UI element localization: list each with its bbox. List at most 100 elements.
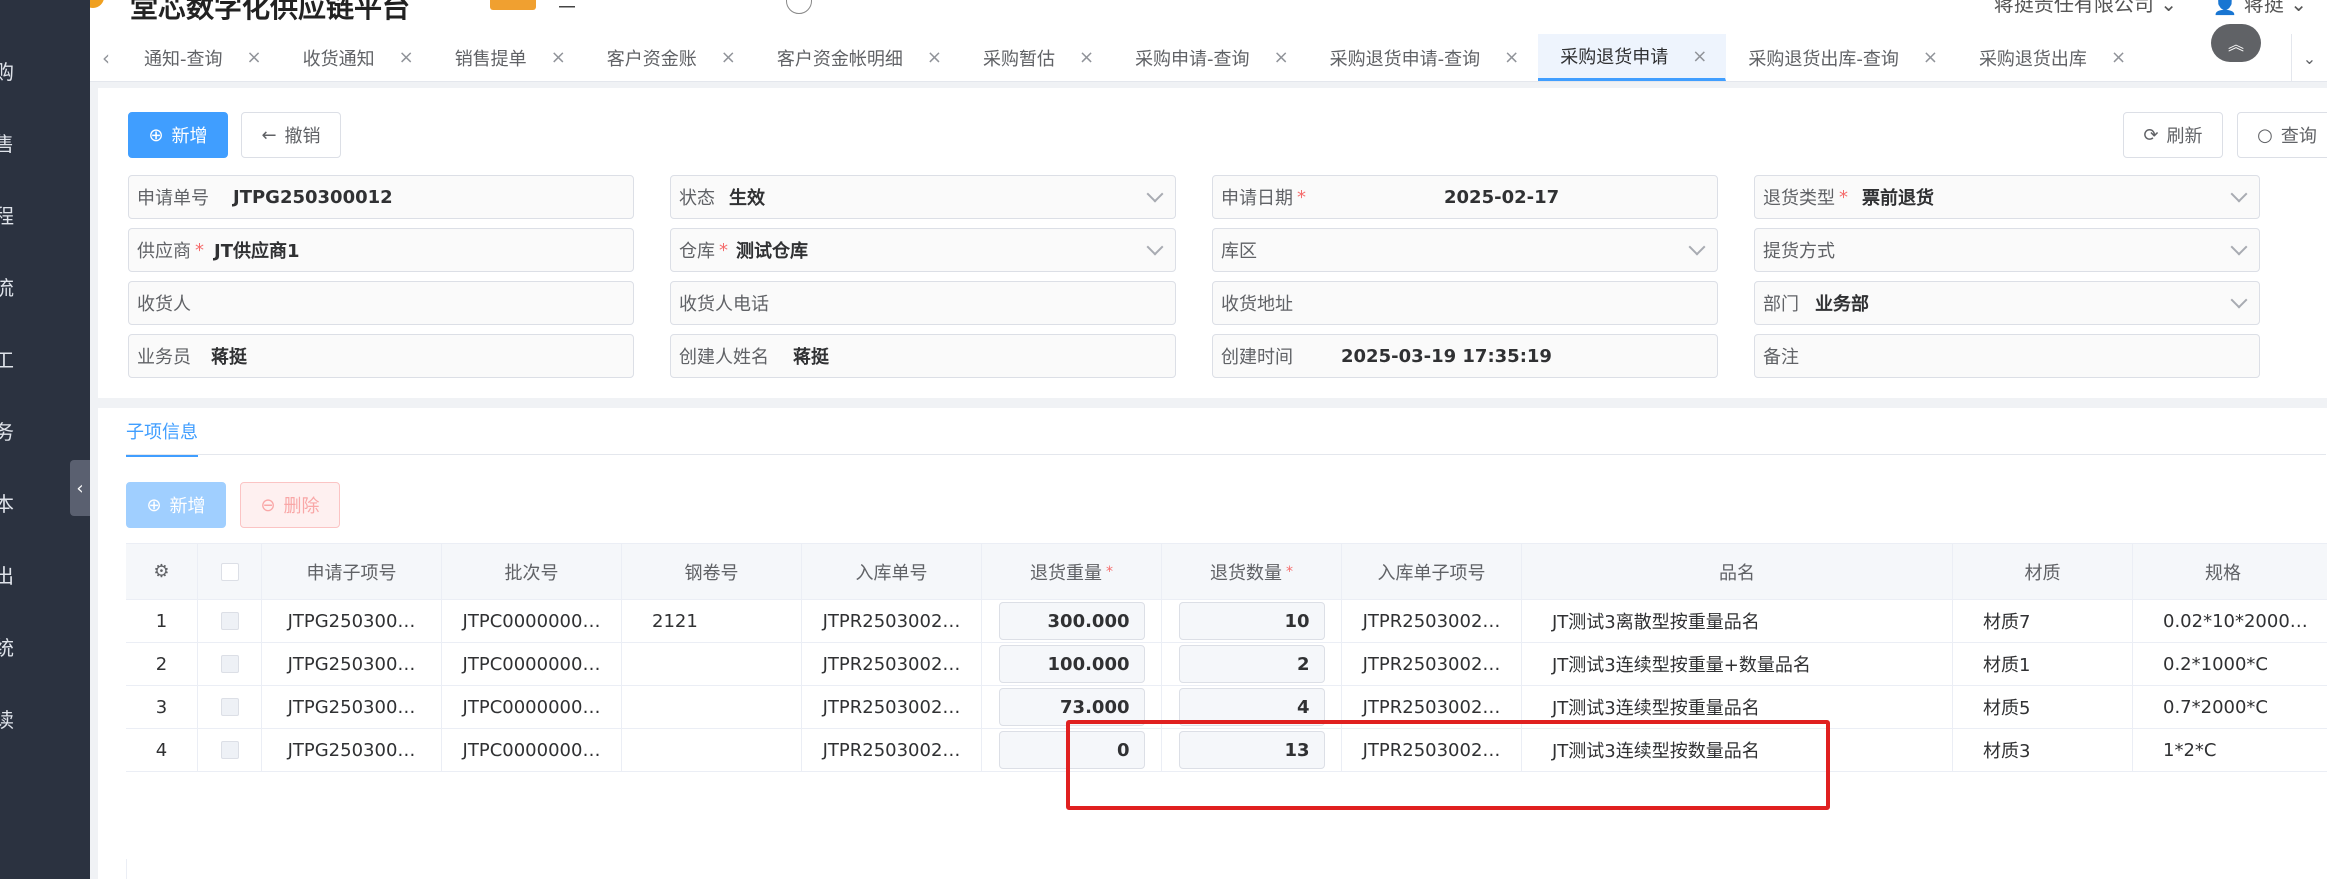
delete-row-button[interactable]: ⊖ 删除: [240, 482, 340, 528]
row-checkbox[interactable]: [198, 600, 262, 642]
tab-7[interactable]: 采购退货申请-查询 ×: [1308, 34, 1539, 81]
table-row[interactable]: 2 JTPG250300… JTPC0000000… JTPR2503002… …: [126, 643, 2327, 686]
warehouse-select[interactable]: 仓库 * 测试仓库: [670, 228, 1176, 272]
checkbox[interactable]: [220, 741, 239, 759]
table-row[interactable]: 4 JTPG250300… JTPC0000000… JTPR2503002… …: [126, 729, 2327, 772]
tab-9[interactable]: 采购退货出库-查询 ×: [1726, 34, 1957, 81]
sidebar-item-1[interactable]: 售: [0, 134, 14, 154]
weight-input[interactable]: 0: [998, 731, 1145, 769]
sidebar-item-3[interactable]: 流: [0, 278, 14, 298]
salesman-field[interactable]: 业务员 蒋挺: [128, 334, 634, 378]
column-header[interactable]: 材质: [1953, 544, 2133, 599]
remark-field[interactable]: 备注: [1754, 334, 2260, 378]
tab-10[interactable]: 采购退货出库 ×: [1957, 34, 2145, 81]
receiver-address-label: 收货地址: [1221, 294, 1293, 315]
row-checkbox[interactable]: [198, 686, 262, 728]
tab-dropdown-icon[interactable]: ⌄: [2291, 34, 2327, 81]
creator-field[interactable]: 创建人姓名 蒋挺: [670, 334, 1176, 378]
creator-value: 蒋挺: [793, 347, 829, 368]
sidebar-item-6[interactable]: 本: [0, 494, 14, 514]
tab-close-icon[interactable]: ×: [1692, 46, 1707, 67]
tab-5[interactable]: 采购暂估 ×: [961, 34, 1113, 81]
table-row[interactable]: 1 JTPG250300… JTPC0000000… 2121 JTPR2503…: [126, 600, 2327, 643]
tab-close-icon[interactable]: ×: [927, 47, 942, 68]
apply-no-field[interactable]: 申请单号 JTPG250300012: [128, 175, 634, 219]
table-row[interactable]: 3 JTPG250300… JTPC0000000… JTPR2503002… …: [126, 686, 2327, 729]
weight-input[interactable]: 73.000: [998, 688, 1145, 726]
qty-input[interactable]: 10: [1178, 602, 1325, 640]
qty-input[interactable]: 4: [1178, 688, 1325, 726]
settings-icon[interactable]: ⚙: [126, 544, 198, 599]
sidebar-item-5[interactable]: 务: [0, 422, 14, 442]
column-header[interactable]: 入库单子项号: [1342, 544, 1522, 599]
column-header-weight[interactable]: 退货重量 *: [982, 544, 1162, 599]
row-checkbox[interactable]: [198, 729, 262, 771]
supplier-field[interactable]: 供应商 * JT供应商1: [128, 228, 634, 272]
weight-input[interactable]: 300.000: [998, 602, 1145, 640]
column-header[interactable]: 规格: [2133, 544, 2313, 599]
add-row-button[interactable]: ⊕ 新增: [126, 482, 226, 528]
nav-circle-icon[interactable]: [786, 0, 812, 14]
column-header[interactable]: 批次号: [442, 544, 622, 599]
checkbox[interactable]: [220, 612, 239, 630]
tab-close-icon[interactable]: ×: [399, 47, 414, 68]
dept-select[interactable]: 部门 业务部: [1754, 281, 2260, 325]
tab-3[interactable]: 客户资金账 ×: [585, 34, 755, 81]
collapse-up-icon[interactable]: ︽: [2211, 24, 2261, 62]
tab-close-icon[interactable]: ×: [721, 47, 736, 68]
sidebar-item-8[interactable]: 统: [0, 638, 14, 658]
checkbox[interactable]: [220, 698, 239, 716]
tab-close-icon[interactable]: ×: [1504, 47, 1519, 68]
qty-input[interactable]: 2: [1178, 645, 1325, 683]
cell-spec: 1*2*C: [2163, 739, 2217, 761]
column-header[interactable]: 钢卷号: [622, 544, 802, 599]
tab-close-icon[interactable]: ×: [247, 47, 262, 68]
menu-icon[interactable]: 二: [558, 0, 576, 14]
tab-6[interactable]: 采购申请-查询 ×: [1113, 34, 1308, 81]
revoke-button[interactable]: ← 撤销: [241, 112, 341, 158]
weight-input[interactable]: 100.000: [998, 645, 1145, 683]
tab-sub-items[interactable]: 子项信息: [126, 418, 198, 457]
column-header-qty[interactable]: 退货数量 *: [1162, 544, 1342, 599]
user-menu[interactable]: 👤 蒋挺 ⌄: [2213, 0, 2307, 17]
column-header[interactable]: 品名: [1522, 544, 1953, 599]
apply-date-field[interactable]: 申请日期 * 2025-02-17: [1212, 175, 1718, 219]
select-all-checkbox[interactable]: [198, 544, 262, 599]
created-at-field[interactable]: 创建时间 2025-03-19 17:35:19: [1212, 334, 1718, 378]
return-type-select[interactable]: 退货类型 * 票前退货: [1754, 175, 2260, 219]
zone-select[interactable]: 库区: [1212, 228, 1718, 272]
column-header[interactable]: 入库单号: [802, 544, 982, 599]
checkbox[interactable]: [220, 562, 239, 581]
sidebar-item-2[interactable]: 程: [0, 206, 14, 226]
qty-input[interactable]: 13: [1178, 731, 1325, 769]
tab-1[interactable]: 收货通知 ×: [281, 34, 433, 81]
company-selector[interactable]: 蒋挺责任有限公司 ⌄: [1994, 0, 2177, 17]
tab-scroll-left-icon[interactable]: ‹: [90, 34, 122, 81]
tab-0[interactable]: 通知-查询 ×: [122, 34, 281, 81]
column-header[interactable]: 申请子项号: [262, 544, 442, 599]
receiver-field[interactable]: 收货人: [128, 281, 634, 325]
receiver-phone-field[interactable]: 收货人电话: [670, 281, 1176, 325]
pickup-select[interactable]: 提货方式: [1754, 228, 2260, 272]
tab-close-icon[interactable]: ×: [1079, 47, 1094, 68]
checkbox[interactable]: [220, 655, 239, 673]
tab-2[interactable]: 销售提单 ×: [433, 34, 585, 81]
status-select[interactable]: 状态 生效: [670, 175, 1176, 219]
row-checkbox[interactable]: [198, 643, 262, 685]
tab-close-icon[interactable]: ×: [1923, 47, 1938, 68]
query-button[interactable]: ○ 查询: [2237, 112, 2327, 158]
sidebar-collapse-button[interactable]: ‹: [70, 460, 90, 516]
receiver-address-field[interactable]: 收货地址: [1212, 281, 1718, 325]
sidebar-item-9[interactable]: 读: [0, 710, 14, 730]
add-button[interactable]: ⊕ 新增: [128, 112, 228, 158]
tab-4[interactable]: 客户资金帐明细 ×: [755, 34, 961, 81]
tab-8-active[interactable]: 采购退货申请 ×: [1538, 34, 1727, 81]
refresh-button[interactable]: ⟳ 刷新: [2123, 112, 2223, 158]
tab-close-icon[interactable]: ×: [551, 47, 566, 68]
logo-icon: [90, 0, 104, 8]
tab-close-icon[interactable]: ×: [1274, 47, 1289, 68]
sidebar-item-7[interactable]: 出: [0, 566, 14, 586]
tab-close-icon[interactable]: ×: [2111, 47, 2126, 68]
sidebar-item-0[interactable]: 购: [0, 62, 14, 82]
sidebar-item-4[interactable]: 工: [0, 350, 14, 370]
